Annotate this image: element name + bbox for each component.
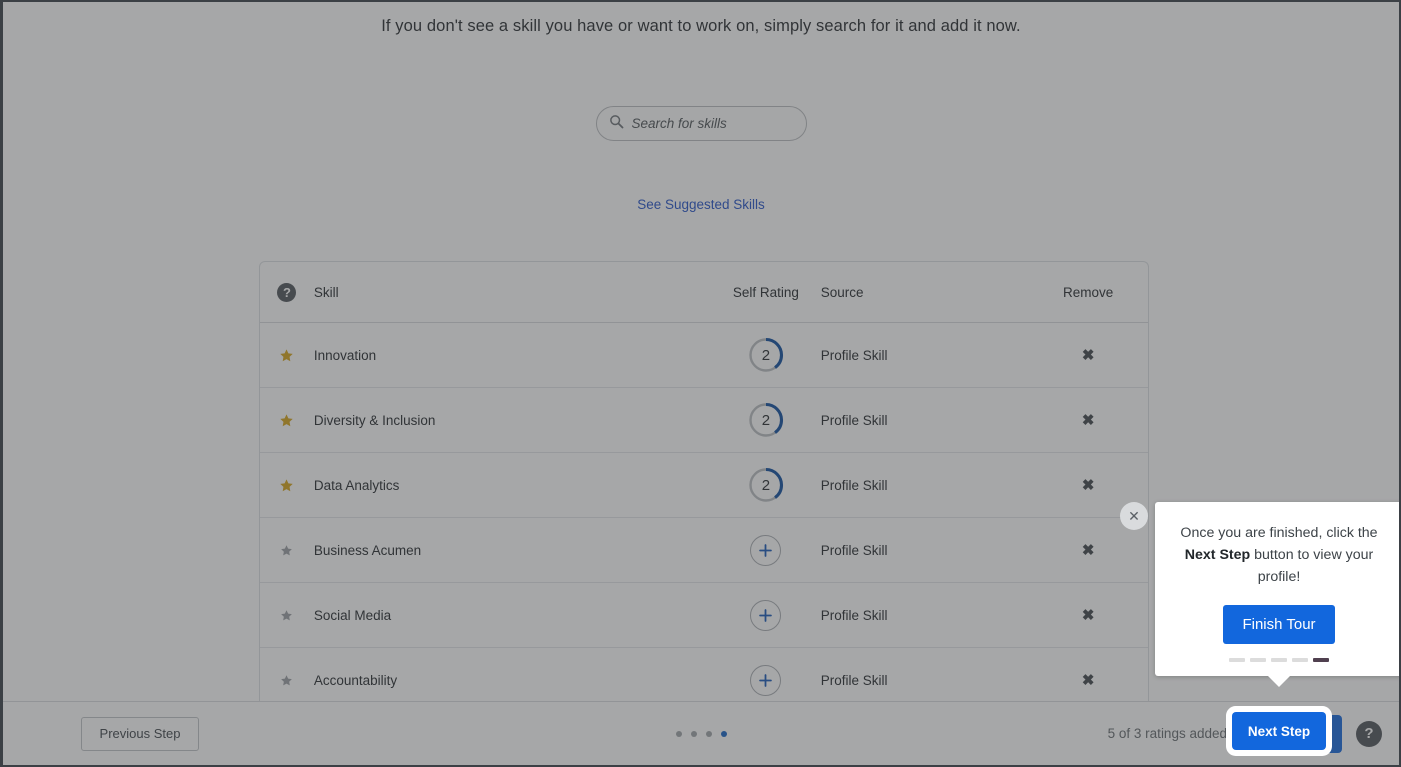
- question-mark-icon[interactable]: ?: [277, 282, 297, 302]
- skill-star-icon[interactable]: [260, 609, 314, 622]
- tour-tooltip-text: Once you are finished, click the Next St…: [1177, 522, 1381, 588]
- table-row: Diversity & Inclusion 2 Profile Skill ✖: [260, 388, 1148, 453]
- column-header-skill: Skill: [313, 284, 339, 300]
- bottom-action-bar: Previous Step 5 of 3 ratings added Next …: [3, 701, 1399, 765]
- self-rating-cell: 2: [711, 401, 821, 439]
- remove-cell: ✖: [1028, 348, 1148, 363]
- tour-progress-dash: [1313, 658, 1329, 662]
- self-rating-cell: [711, 665, 821, 696]
- add-rating-button[interactable]: [750, 665, 782, 696]
- search-input[interactable]: [631, 116, 796, 131]
- skill-source: Profile Skill: [820, 412, 888, 428]
- help-icon[interactable]: ?: [1356, 720, 1382, 747]
- table-row: Innovation 2 Profile Skill ✖: [260, 323, 1148, 388]
- search-icon: [609, 114, 624, 134]
- self-rating-cell: [711, 534, 821, 566]
- tour-progress-dash: [1292, 658, 1308, 662]
- skill-name: Diversity & Inclusion: [313, 412, 436, 428]
- remove-cell: ✖: [1028, 673, 1148, 688]
- ratings-status-text: 5 of 3 ratings added: [1107, 726, 1227, 741]
- skill-star-icon[interactable]: [260, 544, 314, 557]
- step-dot[interactable]: [705, 730, 712, 737]
- tour-text-before: Once you are finished, click the: [1180, 525, 1378, 541]
- remove-skill-button[interactable]: ✖: [1082, 478, 1095, 493]
- column-header-source: Source: [820, 284, 864, 300]
- step-dot[interactable]: [675, 730, 682, 737]
- self-rating-value: 2: [761, 476, 771, 494]
- remove-cell: ✖: [1028, 608, 1148, 623]
- remove-skill-button[interactable]: ✖: [1082, 413, 1095, 428]
- skill-source: Profile Skill: [820, 542, 888, 558]
- skill-name: Business Acumen: [313, 542, 422, 558]
- page-intro-text: If you don't see a skill you have or wan…: [381, 17, 1021, 35]
- tooltip-arrow-icon: [1268, 676, 1290, 687]
- tour-progress-dash: [1271, 658, 1287, 662]
- step-dot[interactable]: [690, 730, 697, 737]
- close-icon[interactable]: ✕: [1120, 502, 1148, 530]
- remove-skill-button[interactable]: ✖: [1082, 673, 1095, 688]
- skill-star-icon[interactable]: [260, 413, 314, 428]
- add-rating-button[interactable]: [750, 534, 782, 566]
- table-row: Business Acumen Profile Skill ✖: [260, 518, 1148, 583]
- tour-text-bold: Next Step: [1184, 547, 1251, 563]
- self-rating-cell: 2: [711, 466, 821, 504]
- skill-source: Profile Skill: [820, 673, 888, 688]
- self-rating-donut[interactable]: 2: [747, 336, 785, 374]
- remove-cell: ✖: [1028, 413, 1148, 428]
- skill-star-icon[interactable]: [260, 478, 314, 493]
- self-rating-cell: 2: [711, 336, 821, 374]
- remove-cell: ✖: [1028, 543, 1148, 558]
- skill-name: Social Media: [313, 607, 392, 623]
- column-header-remove: Remove: [1062, 284, 1114, 300]
- remove-skill-button[interactable]: ✖: [1082, 348, 1095, 363]
- table-row: Social Media Profile Skill ✖: [260, 583, 1148, 648]
- finish-tour-button[interactable]: Finish Tour: [1223, 605, 1335, 644]
- app-root: If you don't see a skill you have or wan…: [0, 0, 1401, 767]
- self-rating-value: 2: [761, 346, 771, 364]
- next-step-button[interactable]: Next Step: [1232, 712, 1326, 750]
- header-help-cell: ?: [260, 282, 314, 302]
- column-header-self-rating: Self Rating: [732, 284, 799, 300]
- table-row: Data Analytics 2 Profile Skill ✖: [260, 453, 1148, 518]
- tour-progress-indicator: [1177, 658, 1381, 662]
- skill-name: Accountability: [313, 673, 398, 688]
- skill-name: Innovation: [313, 347, 377, 363]
- self-rating-cell: [711, 599, 821, 631]
- self-rating-value: 2: [761, 411, 771, 429]
- add-rating-button[interactable]: [750, 599, 782, 631]
- suggested-skills-section: See Suggested Skills: [3, 196, 1399, 214]
- self-rating-donut[interactable]: 2: [747, 466, 785, 504]
- skills-table: ? Skill Self Rating Source Remove Innova…: [259, 261, 1149, 713]
- table-header-row: ? Skill Self Rating Source Remove: [260, 262, 1148, 323]
- tour-tooltip: Once you are finished, click the Next St…: [1155, 502, 1399, 687]
- skill-source: Profile Skill: [820, 607, 888, 623]
- remove-skill-button[interactable]: ✖: [1082, 608, 1095, 623]
- tour-button-row: Finish Tour: [1177, 605, 1381, 644]
- remove-cell: ✖: [1028, 478, 1148, 493]
- skill-star-icon[interactable]: [260, 348, 314, 363]
- see-suggested-skills-link[interactable]: See Suggested Skills: [637, 197, 765, 212]
- skill-star-icon[interactable]: [260, 674, 314, 687]
- search-section: [3, 106, 1399, 141]
- remove-skill-button[interactable]: ✖: [1082, 543, 1095, 558]
- tour-progress-dash: [1250, 658, 1266, 662]
- skill-name: Data Analytics: [313, 477, 400, 493]
- search-box[interactable]: [595, 106, 807, 141]
- skill-source: Profile Skill: [820, 347, 888, 363]
- tour-text-after: button to view your profile!: [1250, 547, 1374, 585]
- skill-source: Profile Skill: [820, 477, 888, 493]
- self-rating-donut[interactable]: 2: [747, 401, 785, 439]
- tour-progress-dash: [1229, 658, 1245, 662]
- step-dot[interactable]: [720, 730, 727, 737]
